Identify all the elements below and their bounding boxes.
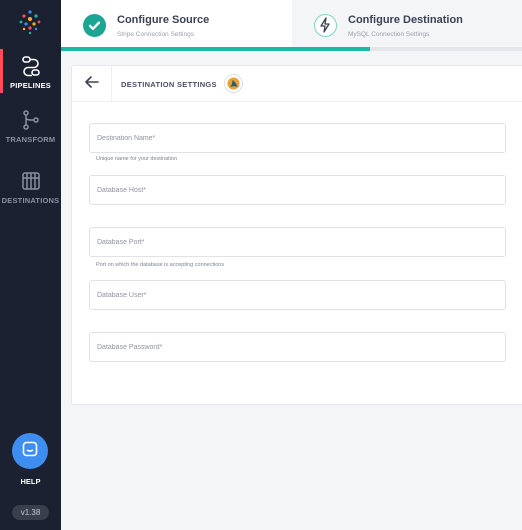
step-configure-destination[interactable]: Configure Destination MySQL Connection S…	[292, 0, 522, 47]
destination-settings-card: DESTINATION SETTINGS Unique name for you…	[71, 65, 522, 405]
database-user-input[interactable]	[90, 281, 505, 309]
database-password-input[interactable]	[90, 333, 505, 361]
database-port-input[interactable]	[90, 228, 505, 256]
help-button[interactable]	[12, 433, 48, 469]
mysql-logo-icon	[224, 74, 243, 93]
chat-icon	[21, 440, 39, 463]
step-subtitle: Stripe Connection Settings	[117, 31, 194, 38]
app-logo-icon[interactable]	[15, 8, 45, 36]
card-title: DESTINATION SETTINGS	[121, 80, 217, 89]
step-configure-source[interactable]: Configure Source Stripe Connection Setti…	[61, 0, 292, 47]
sidebar-item-label: DESTINATIONS	[1, 196, 60, 205]
sidebar-item-destinations[interactable]: DESTINATIONS	[0, 170, 61, 205]
database-port-field[interactable]	[89, 227, 506, 257]
transform-icon	[20, 109, 42, 131]
stepper: Configure Source Stripe Connection Setti…	[61, 0, 522, 51]
sidebar-item-label: TRANSFORM	[5, 135, 56, 144]
destination-name-input[interactable]	[90, 124, 505, 152]
progress-bar	[61, 47, 522, 51]
help-label: HELP	[20, 477, 41, 486]
database-user-field[interactable]	[89, 280, 506, 310]
card-header: DESTINATION SETTINGS	[72, 66, 522, 102]
destinations-icon	[20, 170, 42, 192]
lightning-icon	[314, 14, 337, 37]
sidebar-item-pipelines[interactable]: PIPELINES	[0, 49, 61, 93]
sidebar-item-label: PIPELINES	[10, 81, 51, 90]
step-subtitle: MySQL Connection Settings	[348, 31, 430, 38]
arrow-left-icon	[84, 75, 100, 94]
step-title: Configure Source	[117, 14, 210, 26]
check-circle-icon	[83, 14, 106, 37]
sidebar: PIPELINES TRANSFORM DESTINATIONS HELP v1…	[0, 0, 61, 530]
database-host-field[interactable]	[89, 175, 506, 205]
step-title: Configure Destination	[348, 14, 463, 26]
progress-fill	[61, 47, 370, 51]
sidebar-item-transform[interactable]: TRANSFORM	[0, 109, 61, 144]
database-port-hint: Port on which the database is accepting …	[96, 262, 225, 268]
back-button[interactable]	[72, 66, 112, 102]
destination-name-field[interactable]	[89, 123, 506, 153]
database-password-field[interactable]	[89, 332, 506, 362]
version-badge: v1.38	[12, 505, 49, 520]
destination-name-hint: Unique name for your destination	[96, 156, 178, 162]
database-host-input[interactable]	[90, 176, 505, 204]
pipelines-icon	[20, 55, 42, 77]
